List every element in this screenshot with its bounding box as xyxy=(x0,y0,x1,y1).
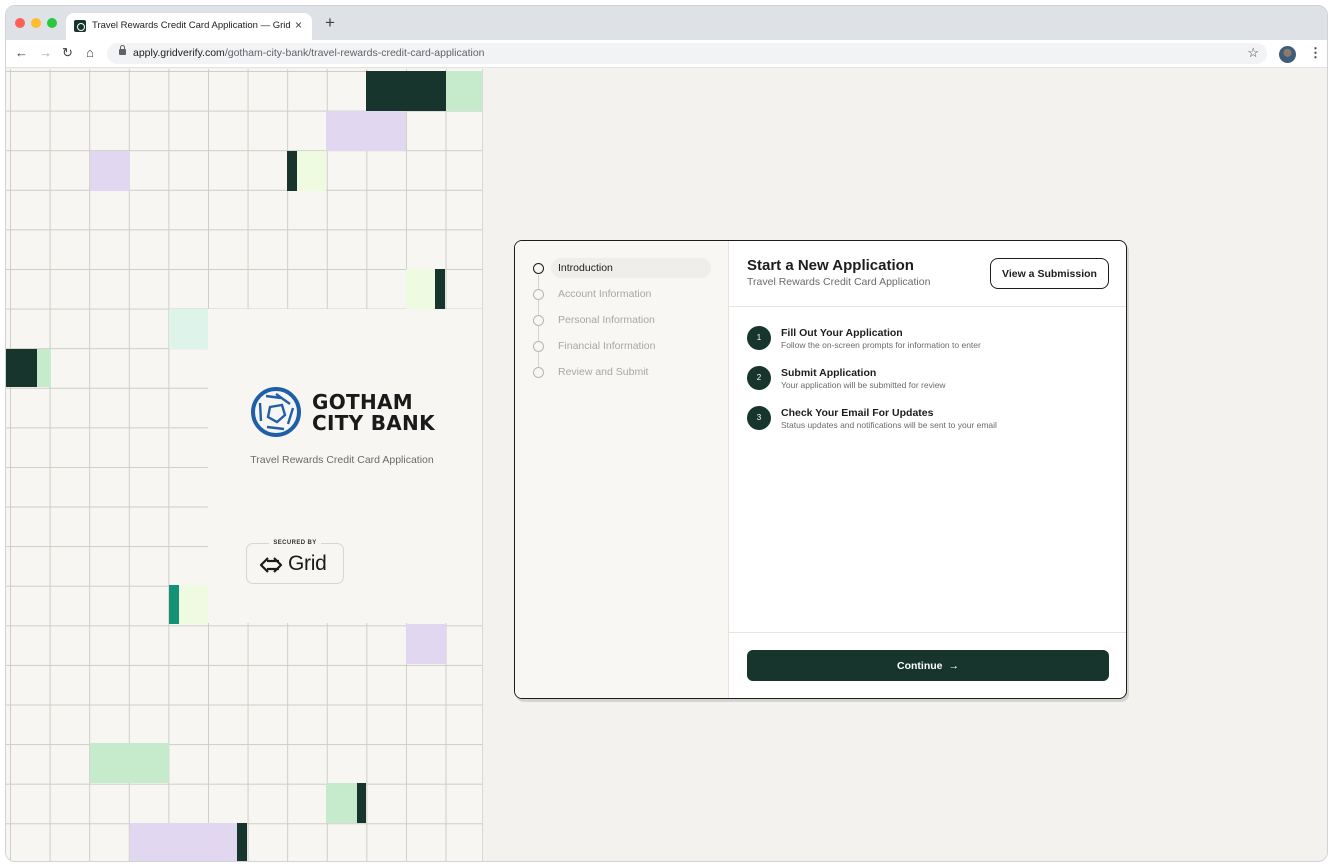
instruction-title: Submit Application xyxy=(781,367,877,379)
url-text[interactable]: apply.gridverify.com/gotham-city-bank/tr… xyxy=(133,47,485,59)
continue-button-label: Continue xyxy=(897,659,943,672)
step-indicator-icon xyxy=(533,289,544,300)
arrow-right-icon: → xyxy=(948,659,960,672)
profile-avatar[interactable] xyxy=(1279,46,1296,63)
step-number-badge: 3 xyxy=(747,406,771,430)
tab-strip: Travel Rewards Credit Card Application —… xyxy=(6,6,1327,40)
step-account-information[interactable]: Account Information xyxy=(531,284,711,304)
instruction-description: Follow the on-screen prompts for informa… xyxy=(781,340,981,350)
forward-icon[interactable]: → xyxy=(39,46,52,60)
home-icon[interactable]: ⌂ xyxy=(86,46,94,60)
application-main: Start a New Application Travel Rewards C… xyxy=(729,241,1126,698)
bank-name: GOTHAM CITY BANK xyxy=(312,390,435,435)
grid-cell-lime xyxy=(179,585,208,624)
grid-cell-lavender xyxy=(326,111,406,151)
tab-close-icon[interactable]: × xyxy=(295,18,302,32)
instruction-item: 2 Submit Application Your application wi… xyxy=(747,366,1107,392)
step-indicator-icon xyxy=(533,367,544,378)
lock-icon[interactable] xyxy=(119,45,126,55)
continue-button[interactable]: Continue → xyxy=(747,650,1109,681)
application-card: Introduction Account Information Persona… xyxy=(514,240,1127,699)
grid-cell-green xyxy=(90,743,169,783)
new-tab-button[interactable]: + xyxy=(325,14,335,32)
page-content: GOTHAM CITY BANK Travel Rewards Credit C… xyxy=(6,69,1327,861)
grid-cell-dark xyxy=(357,783,366,823)
reload-icon[interactable]: ↻ xyxy=(62,46,73,60)
grid-cell-mint xyxy=(169,309,209,349)
minimize-window-button[interactable] xyxy=(31,18,41,28)
step-review-and-submit[interactable]: Review and Submit xyxy=(531,362,711,382)
maximize-window-button[interactable] xyxy=(47,18,57,28)
grid-logo-icon xyxy=(259,557,283,573)
grid-cell-lime xyxy=(297,151,326,191)
step-financial-information[interactable]: Financial Information xyxy=(531,336,711,356)
grid-cell-teal xyxy=(169,585,179,624)
more-menu-icon[interactable]: ⋮ xyxy=(1309,45,1322,61)
grid-cell-dark xyxy=(287,151,297,191)
step-personal-information[interactable]: Personal Information xyxy=(531,310,711,330)
secured-by-label: SECURED BY xyxy=(269,540,321,546)
footer-divider xyxy=(729,632,1126,633)
grid-cell-dark xyxy=(237,823,247,861)
application-subtitle: Travel Rewards Credit Card Application xyxy=(250,454,434,466)
star-icon[interactable]: ☆ xyxy=(1247,45,1259,61)
instruction-title: Fill Out Your Application xyxy=(781,327,903,339)
grid-cell-lavender xyxy=(406,624,446,664)
instruction-description: Status updates and notifications will be… xyxy=(781,420,997,430)
page-subtitle: Travel Rewards Credit Card Application xyxy=(747,276,931,288)
step-label: Personal Information xyxy=(558,314,655,326)
grid-cell-dark xyxy=(435,269,445,309)
decorative-grid-panel: GOTHAM CITY BANK Travel Rewards Credit C… xyxy=(6,69,483,861)
browser-toolbar: ← → ↻ ⌂ apply.gridverify.com/gotham-city… xyxy=(6,40,1327,68)
step-label: Introduction xyxy=(558,262,613,274)
grid-brand-wordmark: Grid xyxy=(288,552,327,575)
browser-window: Travel Rewards Credit Card Application —… xyxy=(5,5,1328,862)
grid-cell-lavender xyxy=(130,823,237,861)
grid-cell-lavender xyxy=(90,151,130,191)
instruction-description: Your application will be submitted for r… xyxy=(781,380,946,390)
step-active-indicator-icon xyxy=(533,263,544,274)
close-window-button[interactable] xyxy=(15,18,25,28)
address-bar[interactable]: apply.gridverify.com/gotham-city-bank/tr… xyxy=(107,43,1267,64)
grid-cell-lime xyxy=(406,269,435,309)
bank-brand-box: GOTHAM CITY BANK Travel Rewards Credit C… xyxy=(208,309,482,623)
step-number-badge: 1 xyxy=(747,326,771,350)
browser-tab[interactable]: Travel Rewards Credit Card Application —… xyxy=(66,13,312,40)
bank-aperture-logo-icon xyxy=(251,387,301,437)
step-label: Financial Information xyxy=(558,340,656,352)
step-label: Account Information xyxy=(558,288,652,300)
steps-sidebar: Introduction Account Information Persona… xyxy=(515,241,729,698)
grid-cell-green xyxy=(37,349,51,387)
instruction-item: 1 Fill Out Your Application Follow the o… xyxy=(747,326,1107,352)
secured-by-grid-badge: SECURED BY Grid xyxy=(246,540,344,584)
step-indicator-icon xyxy=(533,315,544,326)
grid-cell-dark xyxy=(366,71,446,111)
view-submission-button[interactable]: View a Submission xyxy=(990,258,1109,289)
step-introduction-row[interactable]: Introduction xyxy=(531,258,711,278)
grid-favicon-icon xyxy=(74,20,86,32)
grid-cell-green xyxy=(326,783,357,823)
page-title: Start a New Application xyxy=(747,257,914,274)
card-header: Start a New Application Travel Rewards C… xyxy=(729,241,1126,307)
grid-cell-dark xyxy=(6,349,37,387)
grid-cell-green xyxy=(446,71,482,111)
instruction-item: 3 Check Your Email For Updates Status up… xyxy=(747,406,1107,432)
step-label: Review and Submit xyxy=(558,366,649,378)
back-icon[interactable]: ← xyxy=(15,46,28,60)
instruction-title: Check Your Email For Updates xyxy=(781,407,934,419)
step-indicator-icon xyxy=(533,341,544,352)
tab-title: Travel Rewards Credit Card Application —… xyxy=(92,20,291,31)
step-number-badge: 2 xyxy=(747,366,771,390)
